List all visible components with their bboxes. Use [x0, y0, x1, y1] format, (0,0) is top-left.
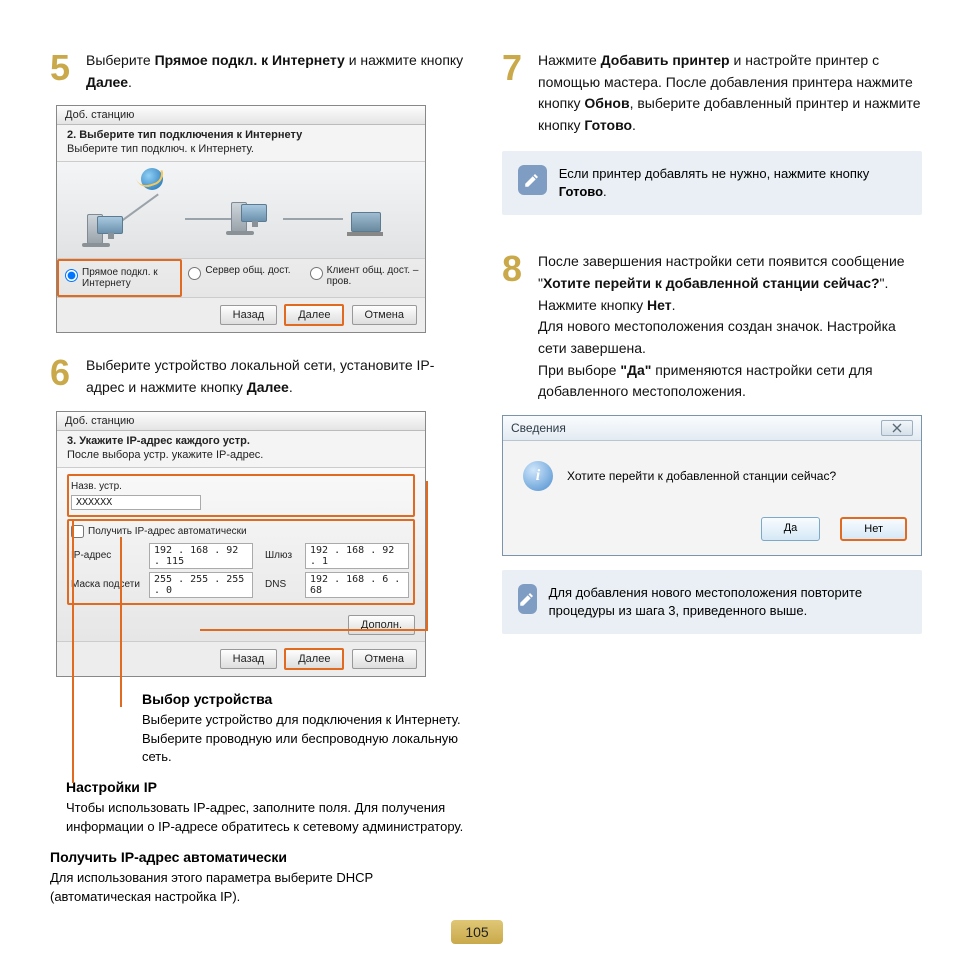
close-button[interactable]: [881, 420, 913, 436]
no-button[interactable]: Нет: [840, 517, 907, 541]
dialog-title: Доб. станцию: [57, 412, 425, 431]
confirm-title: Сведения: [511, 421, 566, 435]
back-button[interactable]: Назад: [220, 305, 278, 325]
next-button[interactable]: Далее: [284, 648, 344, 670]
dialog-title: Доб. станцию: [57, 106, 425, 125]
info-icon: i: [523, 461, 553, 491]
step-text: После завершения настройки сети появится…: [538, 251, 922, 403]
radio-direct[interactable]: [65, 269, 78, 282]
callout-autoip-text: Для использования этого параметра выбери…: [50, 869, 470, 907]
dns-label: DNS: [265, 579, 299, 590]
callout-leader: [72, 519, 74, 783]
note-pencil-icon: [518, 165, 547, 195]
note-repeat: Для добавления нового местоположения пов…: [502, 570, 922, 634]
gateway-field[interactable]: 192 . 168 . 92 . 1: [305, 543, 409, 569]
radio-client[interactable]: [310, 267, 323, 280]
step-7: 7 Нажмите Добавить принтер и настройте п…: [502, 50, 922, 137]
ip-field[interactable]: 192 . 168 . 92 . 115: [149, 543, 253, 569]
yes-button[interactable]: Да: [761, 517, 821, 541]
mask-field[interactable]: 255 . 255 . 255 . 0: [149, 572, 253, 598]
callout-autoip-heading: Получить IP-адрес автоматически: [50, 849, 470, 865]
step-number: 6: [50, 355, 76, 398]
step-number: 5: [50, 50, 76, 93]
option-shared-client[interactable]: Клиент общ. дост. – пров.: [304, 259, 425, 297]
dns-field[interactable]: 192 . 168 . 6 . 68: [305, 572, 409, 598]
callout-ip-heading: Настройки IP: [66, 779, 470, 795]
step-6: 6 Выберите устройство локальной сети, ус…: [50, 355, 470, 398]
step-text: Выберите Прямое подкл. к Интернету и наж…: [86, 50, 470, 93]
page-number: 105: [451, 920, 503, 944]
callout-leader: [120, 537, 122, 707]
network-diagram: [57, 162, 425, 258]
device-name-label: Назв. устр.: [71, 481, 143, 492]
internet-explorer-icon: [141, 168, 163, 190]
wizard-ip-settings: Доб. станцию 3. Укажите IP-адрес каждого…: [56, 411, 426, 677]
callout-leader: [200, 629, 428, 631]
callout-device-heading: Выбор устройства: [142, 691, 470, 707]
wizard-connection-type: Доб. станцию 2. Выберите тип подключения…: [56, 105, 426, 333]
advanced-button[interactable]: Дополн.: [348, 615, 415, 635]
step-number: 7: [502, 50, 528, 137]
option-direct-connection[interactable]: Прямое подкл. к Интернету: [57, 259, 182, 297]
note-text: Если принтер добавлять не нужно, нажмите…: [559, 165, 906, 201]
step-text: Нажмите Добавить принтер и настройте при…: [538, 50, 922, 137]
step-text: Выберите устройство локальной сети, уста…: [86, 355, 470, 398]
callout-ip-text: Чтобы использовать IP-адрес, заполните п…: [66, 799, 470, 837]
cancel-button[interactable]: Отмена: [352, 305, 417, 325]
note-pencil-icon: [518, 584, 537, 614]
dialog-step-heading: 3. Укажите IP-адрес каждого устр.: [57, 431, 425, 449]
dialog-step-subheading: После выбора устр. укажите IP-адрес.: [57, 449, 425, 468]
confirm-message: Хотите перейти к добавленной станции сей…: [567, 469, 836, 483]
callout-device-text: Выберите устройство для подключения к Ин…: [142, 711, 470, 768]
dialog-step-subheading: Выберите тип подключ. к Интернету.: [57, 143, 425, 162]
ip-label: IP-адрес: [71, 550, 143, 561]
back-button[interactable]: Назад: [220, 649, 278, 669]
callout-leader: [426, 481, 428, 629]
step-8: 8 После завершения настройки сети появит…: [502, 251, 922, 403]
auto-ip-label: Получить IP-адрес автоматически: [88, 526, 247, 537]
next-button[interactable]: Далее: [284, 304, 344, 326]
server-icon: [231, 202, 269, 236]
cancel-button[interactable]: Отмена: [352, 649, 417, 669]
dialog-step-heading: 2. Выберите тип подключения к Интернету: [57, 125, 425, 143]
device-name-field[interactable]: XXXXXX: [71, 495, 201, 510]
step-number: 8: [502, 251, 528, 403]
mask-label: Маска подсети: [71, 579, 143, 590]
laptop-icon: [347, 208, 385, 242]
desktop-icon: [87, 214, 125, 248]
radio-server[interactable]: [188, 267, 201, 280]
option-shared-server[interactable]: Сервер общ. дост.: [182, 259, 303, 297]
note-printer: Если принтер добавлять не нужно, нажмите…: [502, 151, 922, 215]
step-5: 5 Выберите Прямое подкл. к Интернету и н…: [50, 50, 470, 93]
note-text: Для добавления нового местоположения пов…: [549, 584, 906, 620]
device-name-group: Назв. устр. XXXXXX: [67, 474, 415, 517]
confirm-dialog: Сведения i Хотите перейти к добавленной …: [502, 415, 922, 556]
gateway-label: Шлюз: [265, 550, 299, 561]
